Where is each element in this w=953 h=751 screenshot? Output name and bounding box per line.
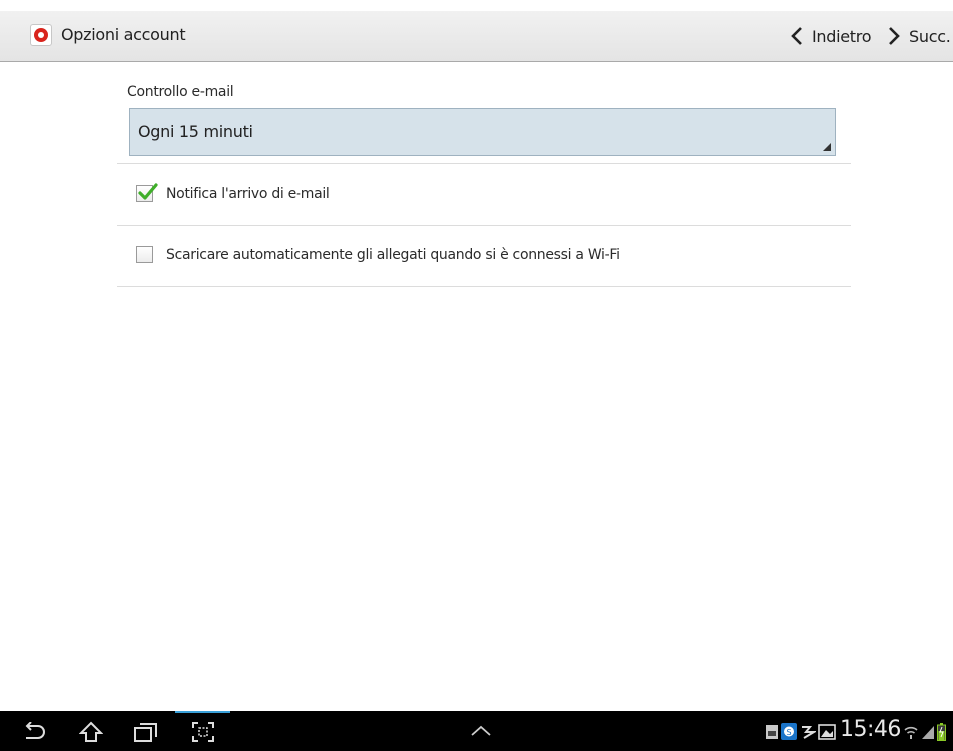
- back-button-label: Indietro: [812, 26, 872, 46]
- next-button[interactable]: Succ.: [887, 21, 951, 51]
- notify-new-mail-checkbox[interactable]: [136, 183, 158, 202]
- check-mail-frequency-value: Ogni 15 minuti: [138, 122, 253, 141]
- signal-icon: [922, 726, 934, 739]
- screenshot-button-highlight: [175, 711, 230, 713]
- skype-notification-icon: S: [781, 723, 797, 740]
- up-arrow-icon[interactable]: [470, 725, 492, 737]
- recent-apps-icon[interactable]: [133, 721, 159, 743]
- system-navigation-bar: S 15:46: [0, 711, 953, 751]
- battery-icon: [937, 723, 946, 741]
- screen: Opzioni account Indietro Succ. Controllo…: [0, 0, 953, 751]
- auto-download-attachments-row[interactable]: Scaricare automaticamente gli allegati q…: [117, 226, 851, 286]
- svg-text:S: S: [786, 728, 791, 737]
- auto-download-attachments-label: Scaricare automaticamente gli allegati q…: [166, 247, 620, 263]
- document-notification-icon: [766, 725, 778, 739]
- image-notification-icon: [818, 724, 836, 740]
- next-button-label: Succ.: [909, 26, 951, 46]
- divider: [117, 163, 851, 164]
- status-clock: 15:46: [840, 717, 901, 742]
- notify-new-mail-label: Notifica l'arrivo di e-mail: [166, 186, 330, 202]
- back-button[interactable]: Indietro: [790, 21, 872, 51]
- page-title: Opzioni account: [61, 25, 186, 44]
- auto-download-attachments-checkbox[interactable]: [136, 246, 153, 263]
- sync-notification-icon: [802, 726, 816, 739]
- back-icon[interactable]: [22, 722, 46, 742]
- chevron-left-icon: [791, 27, 802, 45]
- wifi-icon: [904, 726, 918, 739]
- action-bar: Opzioni account Indietro Succ.: [0, 11, 953, 62]
- checkmark-icon: [138, 183, 158, 200]
- notify-new-mail-row[interactable]: Notifica l'arrivo di e-mail: [117, 165, 851, 225]
- check-mail-frequency-select[interactable]: Ogni 15 minuti: [129, 108, 836, 156]
- home-icon[interactable]: [79, 721, 103, 743]
- check-mail-label: Controllo e-mail: [127, 84, 234, 100]
- divider: [117, 286, 851, 287]
- dropdown-corner-icon: [823, 143, 831, 151]
- email-app-icon[interactable]: [30, 24, 52, 46]
- chevron-right-icon: [889, 27, 900, 45]
- screenshot-icon[interactable]: [191, 721, 215, 743]
